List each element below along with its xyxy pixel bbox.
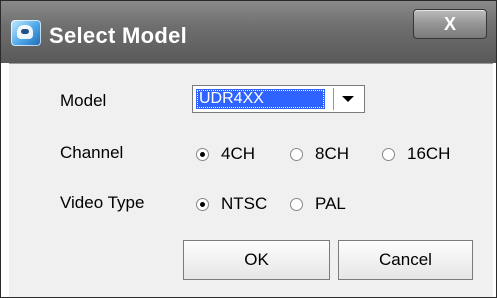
video-type-row: Video Type NTSC PAL xyxy=(9,193,493,217)
window-title: Select Model xyxy=(49,23,188,48)
video-option-label: NTSC xyxy=(221,194,268,213)
title-bar[interactable]: Select Model X xyxy=(1,1,496,63)
radio-selected-icon xyxy=(196,197,209,211)
channel-option-label: 16CH xyxy=(407,144,451,163)
radio-unselected-icon xyxy=(290,147,303,161)
ok-button[interactable]: OK xyxy=(183,240,330,280)
radio-selected-icon xyxy=(196,147,209,161)
channel-label: Channel xyxy=(60,143,124,162)
app-icon xyxy=(11,20,41,46)
radio-unselected-icon xyxy=(290,197,303,211)
channel-radio-16ch[interactable]: 16CH xyxy=(382,143,450,165)
channel-row: Channel 4CH 8CH 16CH xyxy=(9,143,493,167)
model-select[interactable]: UDR4XX xyxy=(192,85,365,113)
cancel-button[interactable]: Cancel xyxy=(338,240,473,280)
channel-radio-8ch[interactable]: 8CH xyxy=(290,143,349,165)
close-button[interactable]: X xyxy=(413,9,487,39)
dialog-body: Model UDR4XX Channel 4CH 8CH 16CH Video … xyxy=(9,63,493,297)
channel-option-label: 8CH xyxy=(315,144,350,163)
button-row: OK Cancel xyxy=(9,240,493,280)
select-model-dialog: Select Model X Model UDR4XX Channel 4CH … xyxy=(0,0,497,298)
channel-option-label: 4CH xyxy=(221,144,256,163)
video-type-label: Video Type xyxy=(60,193,145,212)
model-row: Model UDR4XX xyxy=(9,85,493,115)
chevron-down-icon xyxy=(342,96,354,102)
model-select-value: UDR4XX xyxy=(196,89,325,109)
video-radio-ntsc[interactable]: NTSC xyxy=(196,193,267,215)
radio-unselected-icon xyxy=(382,147,395,161)
channel-radio-4ch[interactable]: 4CH xyxy=(196,143,255,165)
model-label: Model xyxy=(60,91,107,110)
video-radio-pal[interactable]: PAL xyxy=(290,193,346,215)
dropdown-button[interactable] xyxy=(333,88,362,110)
video-option-label: PAL xyxy=(315,194,346,213)
